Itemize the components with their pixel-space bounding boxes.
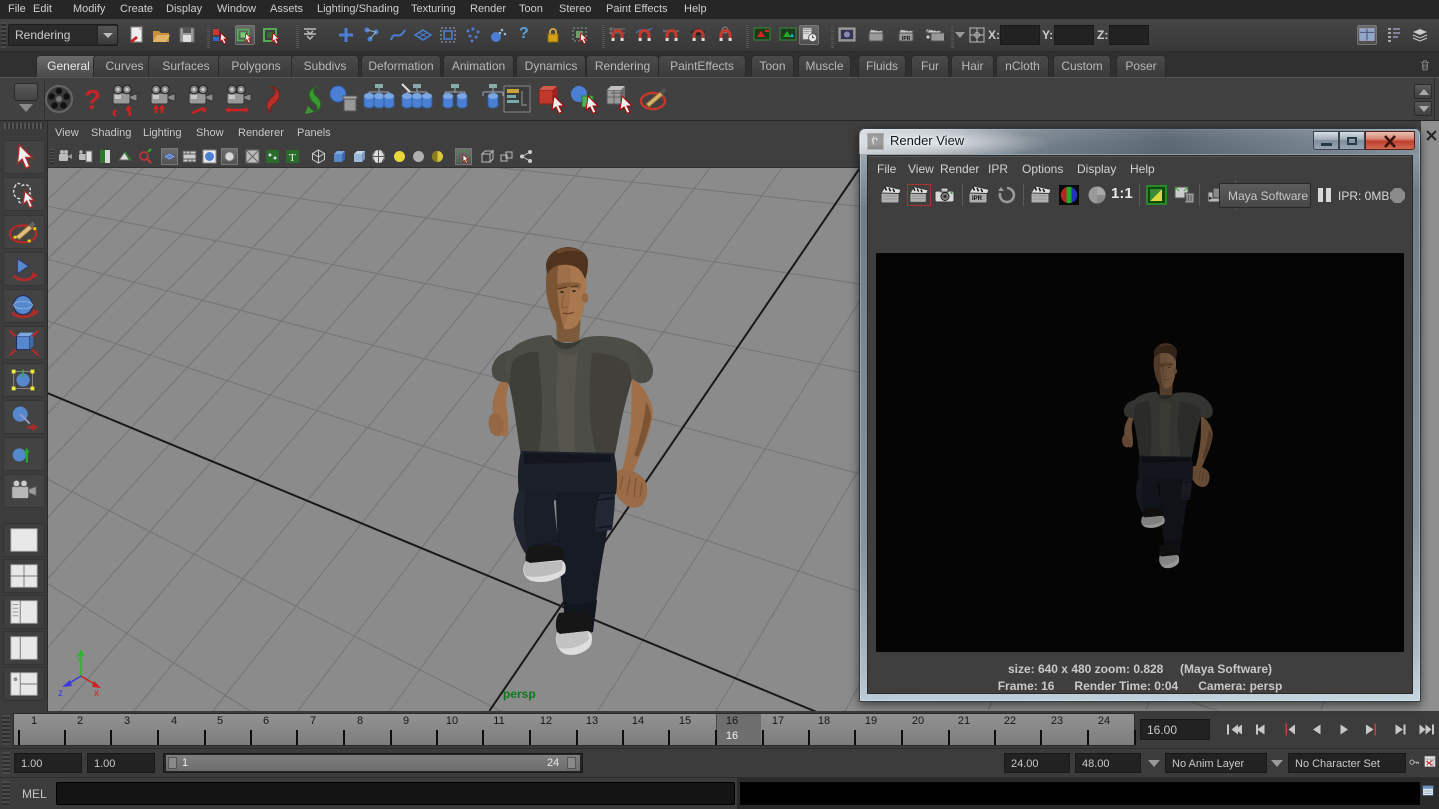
svg-text:▸: ▸ [1209,195,1213,202]
svg-text:x: x [94,688,99,699]
svg-text:y: y [77,652,82,663]
svg-text:IPR: IPR [902,36,911,42]
svg-text:IPR: IPR [972,196,983,202]
svg-text:z: z [58,688,63,699]
